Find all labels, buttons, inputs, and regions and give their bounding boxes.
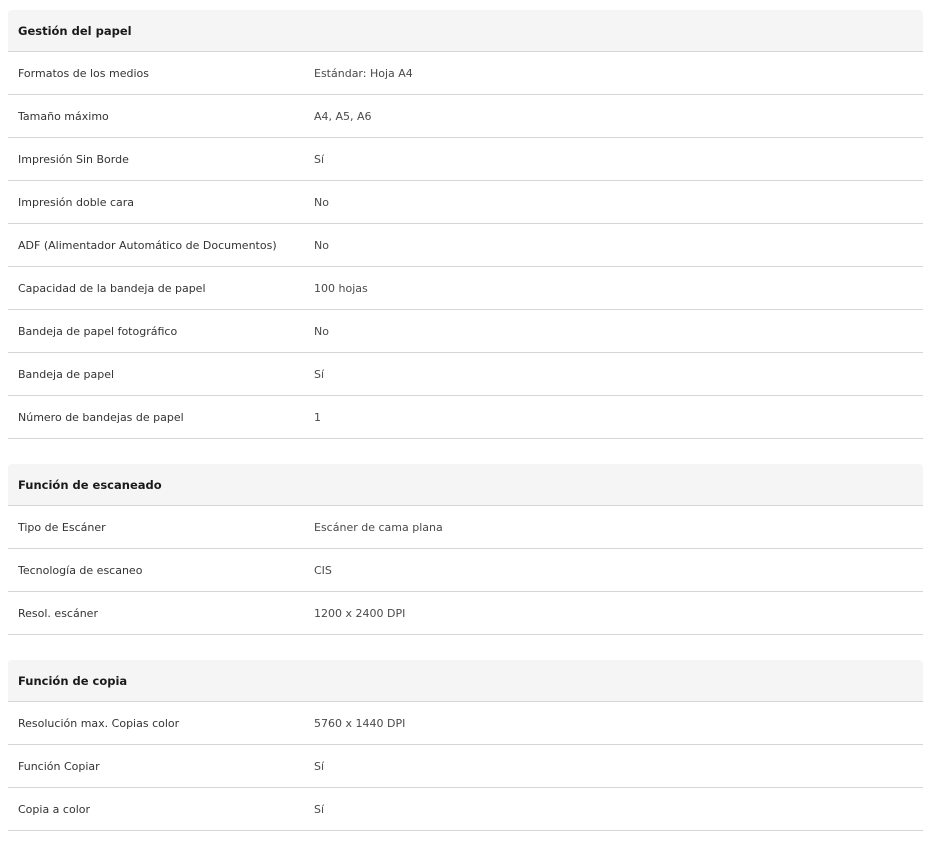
spec-label: Tecnología de escaneo [18,563,143,577]
section-title: Función de escaneado [8,464,923,506]
spec-label: ADF (Alimentador Automático de Documento… [18,238,277,252]
spec-value: A4, A5, A6 [314,109,372,123]
spec-row: ADF (Alimentador Automático de Documento… [8,224,923,267]
spec-row: Función Copiar Sí [8,745,923,788]
spec-label: Bandeja de papel fotográfico [18,324,178,338]
section-title: Gestión del papel [8,10,923,52]
spec-label: Función Copiar [18,759,100,773]
spec-label: Capacidad de la bandeja de papel [18,281,206,295]
spec-value: 1200 x 2400 DPI [314,606,406,620]
spec-label: Resol. escáner [18,606,98,620]
spec-section-scanning: Función de escaneado Tipo de Escáner Esc… [8,464,923,635]
spec-row: Bandeja de papel fotográfico No [8,310,923,353]
section-title: Función de copia [8,660,923,702]
spec-row: Capacidad de la bandeja de papel 100 hoj… [8,267,923,310]
spec-value: No [314,238,329,252]
spec-value: 100 hojas [314,281,368,295]
spec-row: Tecnología de escaneo CIS [8,549,923,592]
spec-value: 5760 x 1440 DPI [314,716,406,730]
spec-value: 1 [314,410,321,424]
spec-value: Sí [314,802,325,816]
spec-label: Resolución max. Copias color [18,716,180,730]
spec-row: Impresión Sin Borde Sí [8,138,923,181]
spec-label: Impresión Sin Borde [18,152,129,166]
spec-section-paper-handling: Gestión del papel Formatos de los medios… [8,10,923,439]
spec-value: Estándar: Hoja A4 [314,66,413,80]
spec-row: Bandeja de papel Sí [8,353,923,396]
spec-label: Formatos de los medios [18,66,149,80]
spec-row: Número de bandejas de papel 1 [8,396,923,439]
spec-row: Copia a color Sí [8,788,923,831]
spec-label: Bandeja de papel [18,367,115,381]
spec-value: Sí [314,152,325,166]
spec-section-copying: Función de copia Resolución max. Copias … [8,660,923,831]
spec-value: No [314,324,329,338]
spec-label: Copia a color [18,802,91,816]
spec-label: Impresión doble cara [18,195,135,209]
spec-row: Tipo de Escáner Escáner de cama plana [8,506,923,549]
spec-value: No [314,195,329,209]
spec-value: CIS [314,563,332,577]
spec-row: Impresión doble cara No [8,181,923,224]
spec-row: Tamaño máximo A4, A5, A6 [8,95,923,138]
spec-label: Tipo de Escáner [18,520,106,534]
spec-row: Formatos de los medios Estándar: Hoja A4 [8,52,923,95]
spec-label: Tamaño máximo [18,109,109,123]
spec-value: Sí [314,367,325,381]
spec-label: Número de bandejas de papel [18,410,184,424]
spec-value: Escáner de cama plana [314,520,443,534]
spec-value: Sí [314,759,325,773]
spec-row: Resol. escáner 1200 x 2400 DPI [8,592,923,635]
spec-row: Resolución max. Copias color 5760 x 1440… [8,702,923,745]
